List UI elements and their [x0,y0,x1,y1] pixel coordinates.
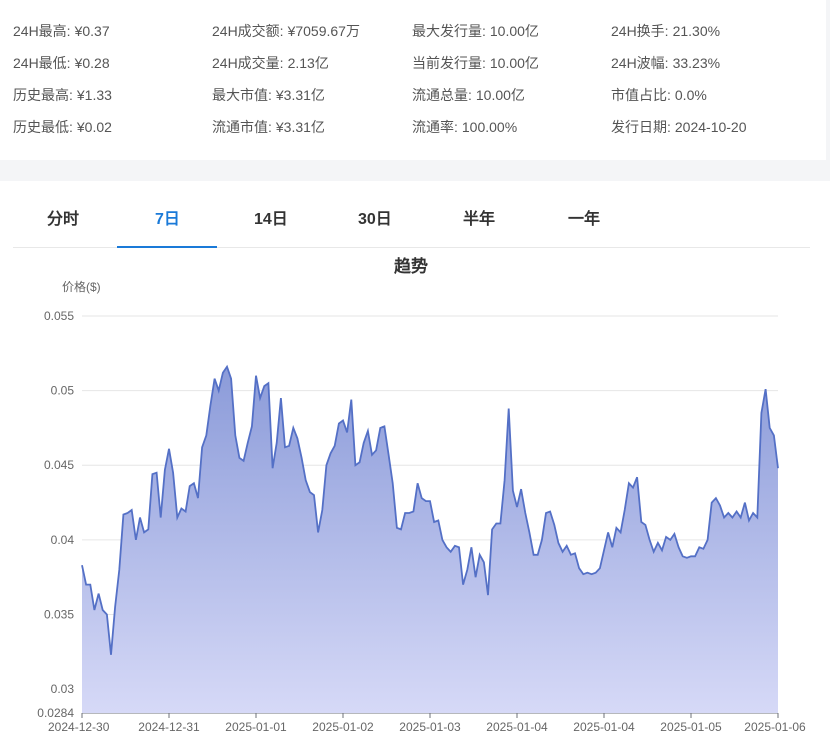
trend-chart[interactable]: 0.055 0.05 0.045 0.04 0.035 0.03 0.0284 2024-1… [0,0,830,746]
y-tick-label: 0.05 [51,384,75,398]
y-tick-label: 0.0284 [37,706,74,720]
x-tick-label: 2024-12-30 [48,720,110,734]
y-tick-label: 0.045 [44,458,74,472]
x-tick-label: 2025-01-06 [744,720,806,734]
x-tick-label: 2025-01-04 [486,720,548,734]
price-area [82,366,778,713]
x-tick-label: 2025-01-02 [312,720,374,734]
y-tick-label: 0.03 [51,682,75,696]
y-tick-label: 0.04 [51,533,75,547]
x-tick-label: 2024-12-31 [138,720,200,734]
y-tick-label: 0.035 [44,607,74,621]
x-tick-label: 2025-01-04 [573,720,635,734]
y-tick-label: 0.055 [44,309,74,323]
x-tick-label: 2025-01-01 [225,720,287,734]
x-tick-label: 2025-01-03 [399,720,461,734]
y-axis-label: 价格($) [62,279,101,294]
x-tick-label: 2025-01-05 [660,720,722,734]
